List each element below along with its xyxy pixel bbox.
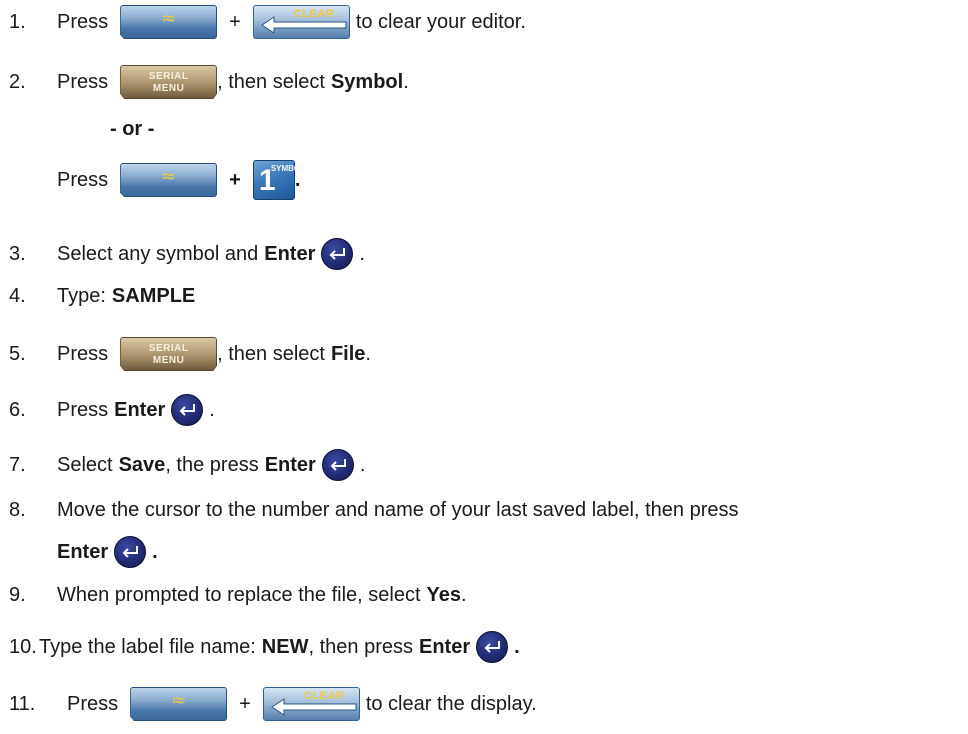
plus-sign: + [229,168,241,191]
step-text: Press [57,10,109,33]
step-text: to clear your editor. [355,10,526,33]
one-symbol-key-icon: 1 SYMBOL [252,160,305,200]
shift-key-icon: ≈ [130,687,228,721]
clear-key-icon: CLEAR [262,687,360,721]
step-number: 2. [9,70,26,93]
enter-key-icon [171,394,204,426]
serial-menu-key-icon: SERIAL MENU [120,65,218,99]
shift-key-icon: ≈ [120,5,218,39]
plus-sign: + [239,692,251,715]
plus-sign: + [229,10,241,33]
clear-key-icon: CLEAR [252,5,350,39]
enter-key-icon [321,238,354,270]
enter-key-icon [476,631,509,663]
serial-menu-key-icon: SERIAL MENU [120,337,218,371]
shift-key-icon: ≈ [120,163,218,197]
enter-key-icon [114,536,147,568]
enter-key-icon [321,449,354,481]
step-number: 1. [9,10,26,33]
